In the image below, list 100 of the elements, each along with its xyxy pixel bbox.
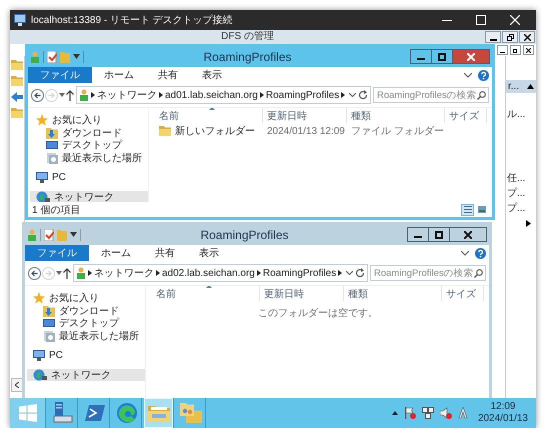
help-icon[interactable] — [478, 70, 489, 80]
download-folder-icon — [46, 126, 58, 139]
search-field[interactable]: RoamingProfilesの検索 — [370, 265, 486, 281]
flag-icon[interactable] — [404, 407, 416, 419]
breadcrumb-item[interactable]: RoamingProfiles — [266, 90, 340, 100]
nav-item[interactable]: ネットワーク — [27, 368, 145, 381]
action-link[interactable]: プ... — [506, 186, 536, 200]
ribbon-tab[interactable]: 共有 — [146, 67, 190, 83]
network-icon[interactable] — [422, 407, 434, 419]
scroll-left-button[interactable] — [11, 378, 23, 392]
caret-icon[interactable] — [56, 271, 62, 275]
close-button[interactable] — [519, 31, 535, 43]
show-hidden-icons-icon[interactable] — [392, 411, 398, 415]
ribbon-tab[interactable]: 表示 — [187, 245, 231, 261]
close-icon — [467, 52, 475, 60]
search-field[interactable]: RoamingProfilesの検索 — [373, 87, 489, 103]
caret-icon[interactable] — [59, 93, 65, 97]
computer-icon — [36, 171, 48, 184]
breadcrumb-item[interactable]: ネットワーク — [94, 266, 154, 280]
ribbon-tab[interactable]: 共有 — [143, 245, 187, 261]
help-icon[interactable] — [475, 248, 486, 258]
caret-icon[interactable] — [70, 232, 77, 237]
action-link[interactable]: 任... — [506, 171, 536, 185]
clock[interactable]: 12:09 2024/01/13 — [474, 401, 532, 425]
nav-item[interactable]: お気に入り — [30, 114, 148, 126]
back-icon[interactable] — [31, 88, 44, 102]
file-type: ファイル フォルダー — [350, 125, 445, 138]
ribbon-tab[interactable]: ホーム — [89, 245, 143, 261]
nav-item[interactable]: デスクトップ — [30, 139, 148, 152]
up-icon[interactable] — [66, 90, 74, 100]
separator-icon — [88, 270, 92, 276]
up-icon[interactable] — [63, 268, 71, 278]
back-icon[interactable] — [28, 266, 41, 280]
details-view-button[interactable] — [461, 204, 474, 216]
action-link[interactable]: ル... — [506, 107, 536, 121]
nav-item[interactable]: お気に入り — [27, 292, 145, 304]
expand-icon[interactable] — [526, 220, 531, 227]
breadcrumb-item[interactable]: RoamingProfiles — [262, 268, 336, 278]
start-button[interactable] — [10, 398, 46, 428]
nav-item[interactable]: PC — [30, 171, 148, 184]
nav-item[interactable]: ダウンロード — [30, 126, 148, 139]
new-folder-icon — [60, 50, 70, 62]
ribbon-tab[interactable]: ファイル — [25, 245, 89, 261]
window-title: RoamingProfiles — [199, 228, 290, 242]
chevron-down-icon[interactable] — [346, 271, 354, 275]
separator-icon — [260, 92, 264, 98]
restore-button[interactable] — [502, 31, 518, 43]
caret-icon[interactable] — [73, 54, 80, 59]
refresh-icon[interactable] — [358, 90, 368, 100]
nav-item[interactable]: デスクトップ — [27, 317, 145, 330]
chevron-down-icon[interactable] — [464, 72, 472, 78]
chevron-down-icon[interactable] — [461, 250, 469, 256]
file-name[interactable]: 新しいフォルダー — [175, 124, 255, 138]
close-icon — [510, 15, 520, 25]
server-manager-icon — [52, 402, 74, 424]
window-title: RoamingProfiles — [202, 50, 293, 64]
close-button[interactable] — [449, 227, 487, 242]
minimize-button[interactable] — [410, 49, 432, 64]
ribbon-tab[interactable]: 表示 — [190, 67, 234, 83]
minimize-button[interactable] — [485, 31, 501, 43]
maximize-icon — [435, 230, 443, 238]
new-folder-icon — [57, 228, 67, 240]
windows-logo-icon — [18, 404, 36, 422]
panel-header[interactable]: r... — [506, 80, 536, 93]
action-link[interactable]: プ... — [506, 201, 536, 215]
close-button[interactable] — [452, 49, 490, 64]
breadcrumb-item[interactable]: ネットワーク — [97, 88, 157, 102]
nav-item[interactable]: 最近表示した場所 — [30, 152, 148, 164]
window-title: DFS の管理 — [220, 30, 275, 44]
speaker-icon[interactable] — [440, 407, 452, 419]
taskbar-button[interactable] — [144, 398, 174, 428]
nav-item[interactable]: ネットワーク — [30, 190, 148, 202]
address-bar[interactable]: ネットワーク ad02.lab.seichan.org RoamingProfiles — [73, 264, 368, 282]
properties-icon — [47, 50, 57, 62]
folder-icon — [11, 108, 23, 118]
nav-item[interactable]: PC — [27, 349, 145, 362]
minimize-button[interactable] — [407, 227, 429, 242]
restore-button[interactable] — [510, 45, 521, 55]
folder-icon — [11, 60, 23, 70]
address-bar[interactable]: ネットワーク ad01.lab.seichan.org RoamingProfiles — [76, 86, 371, 104]
close-button[interactable] — [523, 45, 534, 55]
separator-icon — [159, 92, 163, 98]
powershell-icon — [84, 405, 104, 421]
breadcrumb-item[interactable]: ad02.lab.seichan.org — [162, 268, 255, 278]
breadcrumb-item[interactable]: ad01.lab.seichan.org — [165, 90, 258, 100]
close-icon — [464, 230, 472, 238]
network-icon — [36, 190, 50, 202]
clock-time: 12:09 — [490, 401, 516, 413]
minimize-button[interactable] — [497, 45, 508, 55]
close-icon — [526, 48, 531, 52]
nav-item[interactable]: 最近表示した場所 — [27, 330, 145, 342]
network-folder-icon — [79, 89, 89, 101]
ribbon-tab[interactable]: ホーム — [92, 67, 146, 83]
nav-item[interactable]: ダウンロード — [27, 304, 145, 317]
chevron-down-icon[interactable] — [349, 93, 356, 97]
thumbnail-view-button[interactable] — [475, 204, 488, 216]
refresh-icon[interactable] — [355, 268, 366, 278]
maximize-button[interactable] — [428, 227, 450, 242]
shared-folders-icon — [180, 403, 202, 423]
ribbon-tab[interactable]: ファイル — [28, 67, 92, 83]
